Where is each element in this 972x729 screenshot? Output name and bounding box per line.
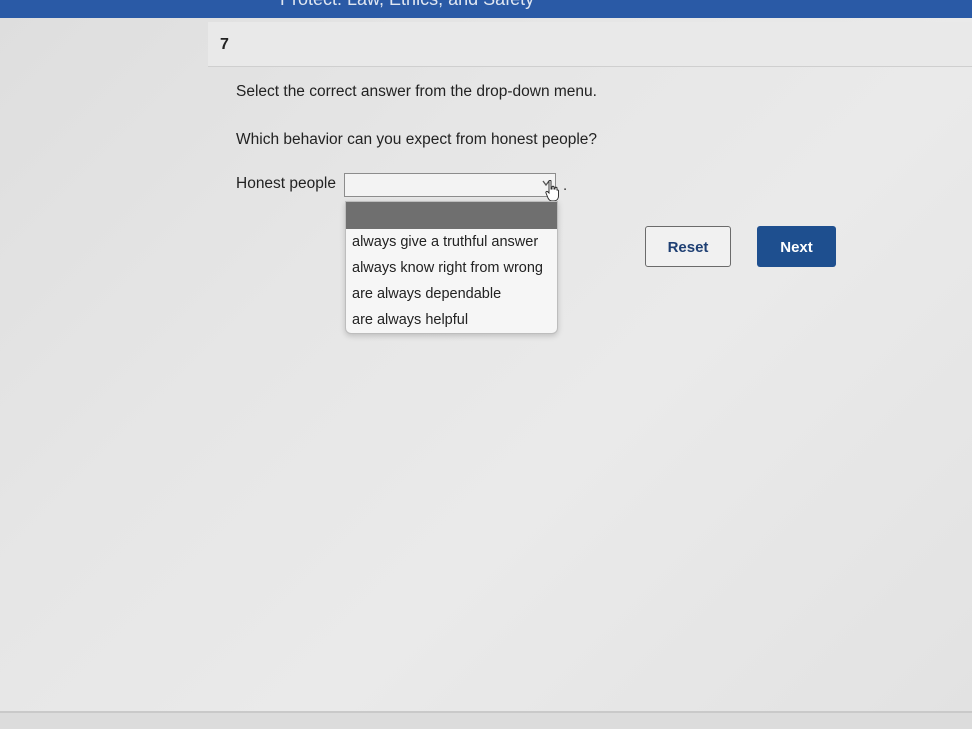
question-header: 7 — [208, 22, 972, 67]
footer-strip — [0, 713, 972, 729]
dropdown-option-helpful[interactable]: are always helpful — [346, 307, 557, 333]
next-button[interactable]: Next — [757, 226, 836, 267]
course-title: Protect: Law, Ethics, and Safety — [280, 0, 534, 10]
dropdown-menu: always give a truthful answer always kno… — [345, 201, 558, 334]
instruction-text: Select the correct answer from the drop-… — [236, 83, 597, 100]
dropdown-option-right-from-wrong[interactable]: always know right from wrong — [346, 255, 557, 281]
dropdown-option-blank[interactable] — [346, 202, 557, 229]
question-prompt: Which behavior can you expect from hones… — [236, 131, 598, 148]
reset-button[interactable]: Reset — [645, 226, 731, 267]
answer-dropdown[interactable] — [344, 173, 556, 197]
hand-cursor-icon — [545, 180, 559, 202]
sentence-end-period: . — [563, 177, 568, 194]
dropdown-option-dependable[interactable]: are always dependable — [346, 281, 557, 307]
dropdown-option-truthful-answer[interactable]: always give a truthful answer — [346, 229, 557, 255]
question-number: 7 — [220, 36, 229, 53]
course-header-bar: Protect: Law, Ethics, and Safety — [0, 0, 972, 18]
sentence-start-label: Honest people — [236, 175, 336, 192]
